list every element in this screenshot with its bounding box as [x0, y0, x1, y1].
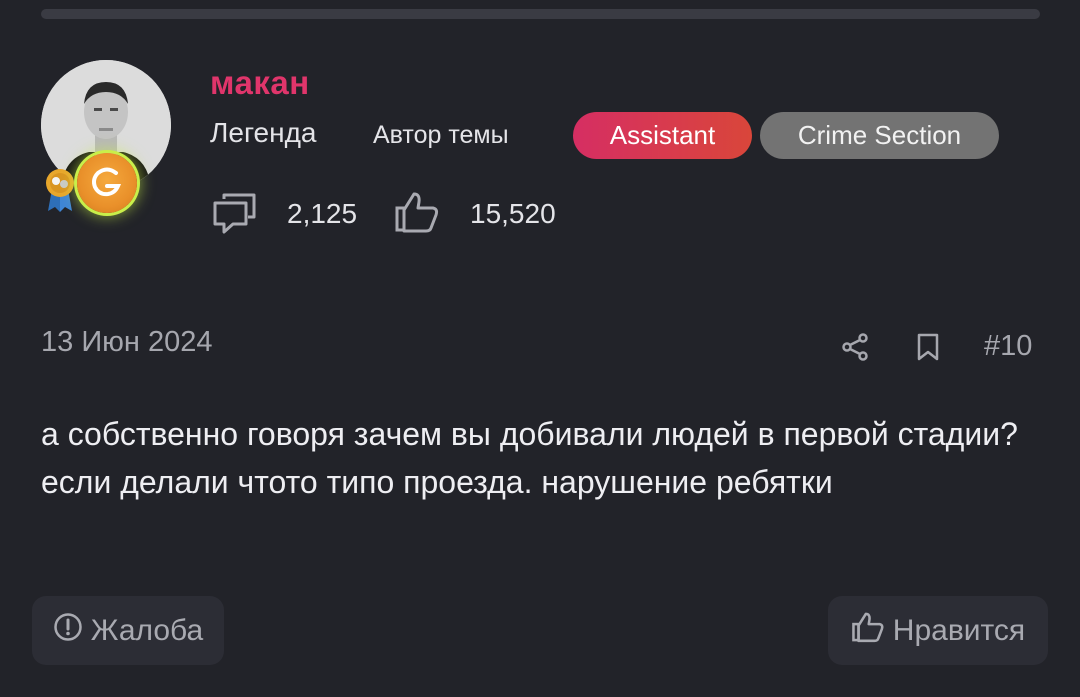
- medal-badge-icon[interactable]: [42, 167, 78, 213]
- user-rank: Легенда: [210, 117, 317, 148]
- report-button[interactable]: Жалоба: [32, 596, 224, 665]
- thread-author-label: Автор темы: [373, 121, 509, 149]
- assistant-tag: Assistant: [573, 112, 752, 159]
- exclamation-circle-icon: [53, 612, 83, 650]
- like-label: Нравится: [892, 613, 1026, 647]
- post-message: а собственно говоря зачем вы добивали лю…: [41, 416, 1018, 500]
- thumbs-up-icon: [851, 611, 885, 651]
- bookmark-icon[interactable]: [916, 332, 940, 367]
- likes-count: 15,520: [470, 198, 556, 229]
- post-container: макан Легенда Автор темы Assistant Crime…: [0, 0, 1080, 697]
- like-button[interactable]: Нравится: [828, 596, 1048, 665]
- speech-bubbles-icon: [212, 193, 258, 240]
- messages-count: 2,125: [287, 198, 358, 229]
- thumbs-up-icon: [394, 190, 440, 239]
- report-label: Жалоба: [90, 613, 204, 647]
- post-number-link[interactable]: #10: [984, 330, 1032, 363]
- top-divider: [41, 9, 1040, 19]
- share-icon[interactable]: [841, 332, 871, 367]
- crime-section-tag: Crime Section: [760, 112, 999, 159]
- group-coin-badge-icon[interactable]: [77, 153, 137, 213]
- post-date[interactable]: 13 Июн 2024: [41, 326, 213, 359]
- username[interactable]: макан: [210, 64, 310, 102]
